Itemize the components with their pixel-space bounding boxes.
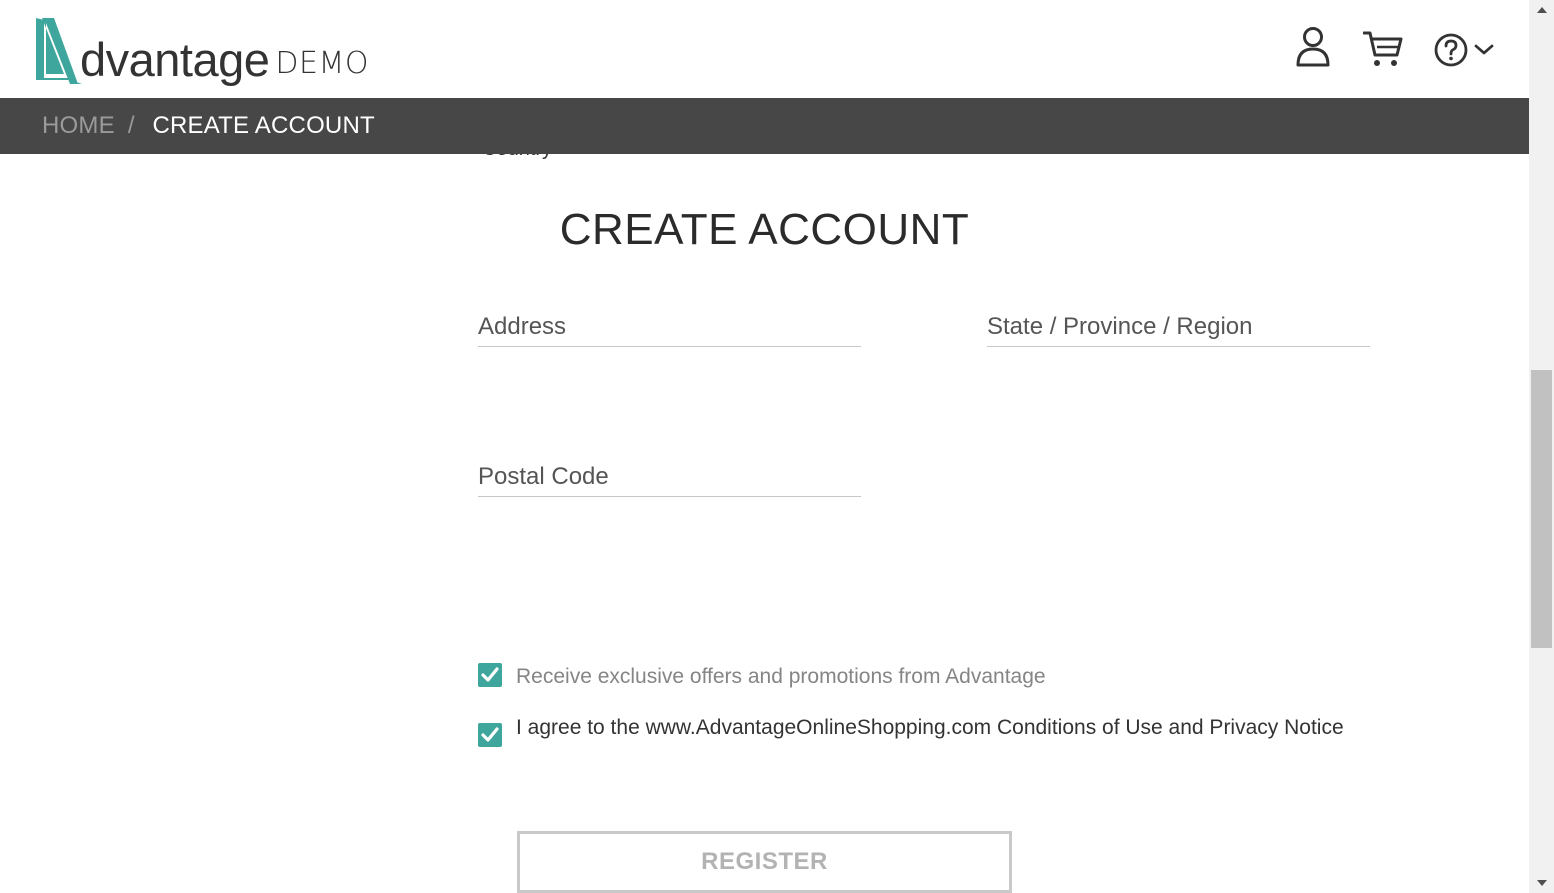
offers-label: Receive exclusive offers and promotions … [516,665,1046,688]
logo-demo-label: DEMO [275,46,369,81]
logo-mark-icon [34,16,84,84]
logo-wordmark: dvantage [80,33,270,86]
breadcrumb-home-link[interactable]: HOME [42,112,115,140]
checkmark-icon [481,667,499,682]
scroll-down-arrow-icon[interactable] [1529,873,1554,893]
breadcrumb: HOME / CREATE ACCOUNT [0,98,1529,154]
chevron-down-icon [1474,44,1494,55]
postal-code-field[interactable] [478,449,861,497]
agree-label[interactable]: I agree to the www.AdvantageOnlineShoppi… [516,716,1344,740]
breadcrumb-current: CREATE ACCOUNT [152,112,375,139]
address-input[interactable] [478,299,861,346]
breadcrumb-separator: / [127,112,135,139]
state-field[interactable] [987,299,1370,347]
scrollbar-thumb[interactable] [1531,370,1552,648]
agree-checkbox-row: I agree to the www.AdvantageOnlineShoppi… [478,716,1344,747]
user-icon[interactable] [1295,26,1331,68]
agree-checkbox[interactable] [478,723,502,747]
postal-code-input[interactable] [478,449,861,496]
offers-checkbox[interactable] [478,663,502,687]
state-input[interactable] [987,299,1370,346]
page: dvantage DEMO HOME / CREATE ACCOUNT CREA… [0,0,1529,893]
page-title: CREATE ACCOUNT [0,205,1529,255]
scroll-up-arrow-icon[interactable] [1529,0,1554,20]
advantage-logo[interactable]: dvantage DEMO [34,14,369,84]
address-field[interactable] [478,299,861,347]
register-button[interactable]: REGISTER [517,831,1012,893]
page-scrollbar[interactable] [1529,0,1554,893]
help-icon [1434,33,1468,67]
offers-checkbox-row: Receive exclusive offers and promotions … [478,663,1046,689]
cart-icon[interactable] [1363,30,1403,68]
site-header: dvantage DEMO [0,0,1529,98]
help-menu-button[interactable] [1433,32,1495,68]
checkmark-icon [481,727,499,742]
page-title-text: CREATE ACCOUNT [559,205,970,254]
